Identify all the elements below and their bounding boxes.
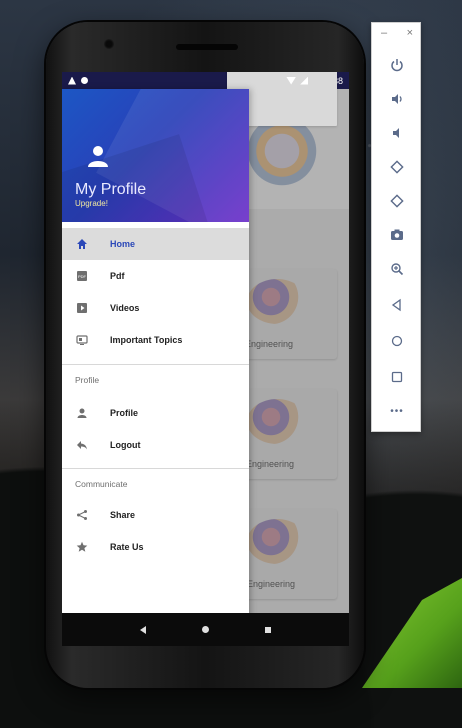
menu-item-logout[interactable]: Logout	[62, 429, 249, 461]
recents-icon[interactable]	[265, 626, 271, 633]
home-icon	[75, 237, 89, 251]
divider	[62, 364, 249, 365]
back-icon[interactable]	[372, 293, 422, 317]
home-icon[interactable]	[372, 329, 422, 353]
more-icon[interactable]: •••	[372, 399, 422, 423]
menu-item-label: Pdf	[110, 271, 125, 281]
home-button-icon[interactable]	[202, 626, 209, 633]
overview-icon[interactable]	[372, 365, 422, 389]
share-icon	[75, 508, 89, 522]
minimize-button[interactable]: –	[381, 27, 387, 39]
svg-text:PDF: PDF	[78, 274, 87, 279]
power-icon[interactable]	[372, 53, 422, 77]
divider	[62, 468, 249, 469]
menu-item-label: Logout	[110, 440, 141, 450]
emulator-window-controls: – ×	[372, 27, 422, 39]
warning-icon	[68, 76, 76, 85]
menu-item-profile[interactable]: Profile	[62, 397, 249, 429]
rotate-right-icon[interactable]	[372, 189, 422, 213]
menu-item-rate-us[interactable]: Rate Us	[62, 531, 249, 563]
menu-item-important-topics[interactable]: Important Topics	[62, 324, 249, 356]
menu-item-label: Home	[110, 239, 136, 249]
menu-item-share[interactable]: Share	[62, 499, 249, 531]
pdf-icon: PDF	[75, 269, 89, 283]
front-camera	[104, 39, 114, 49]
menu-item-label: Videos	[110, 303, 140, 313]
menu-item-pdf[interactable]: PDF Pdf	[62, 260, 249, 292]
profile-title[interactable]: My Profile	[75, 181, 146, 199]
close-button[interactable]: ×	[407, 27, 413, 39]
logout-icon	[75, 438, 89, 452]
menu-item-label: Share	[110, 510, 136, 520]
menu-item-label: Important Topics	[110, 335, 183, 345]
status-bar: 11:38	[62, 72, 349, 126]
menu-item-label: Profile	[110, 408, 139, 418]
back-icon[interactable]	[140, 625, 146, 634]
menu-item-home[interactable]: Home	[62, 228, 249, 260]
drawer-header: My Profile Upgrade!	[62, 89, 249, 222]
android-nav-bar	[62, 613, 349, 646]
section-title-communicate: Communicate	[75, 479, 128, 489]
phone-frame: uter Engineering rical Engineering lture…	[46, 22, 364, 688]
rotate-left-icon[interactable]	[372, 155, 422, 179]
avatar-icon[interactable]	[86, 144, 110, 168]
volume-up-icon[interactable]	[372, 87, 422, 111]
topics-icon	[75, 333, 89, 347]
menu-item-label: Rate Us	[110, 542, 144, 552]
emulator-toolbar: – × •••	[371, 22, 421, 432]
phone-screen: uter Engineering rical Engineering lture…	[62, 72, 349, 635]
video-icon	[75, 301, 89, 315]
earpiece-speaker	[176, 44, 238, 50]
zoom-icon[interactable]	[372, 257, 422, 281]
screenshot-icon[interactable]	[372, 223, 422, 247]
menu-item-videos[interactable]: Videos	[62, 292, 249, 324]
sync-icon	[81, 77, 88, 84]
navigation-drawer: My Profile Upgrade! Home PDF Pdf Videos …	[62, 89, 249, 635]
volume-down-icon[interactable]	[372, 121, 422, 145]
star-icon	[75, 540, 89, 554]
section-title-profile: Profile	[75, 375, 100, 385]
upgrade-link[interactable]: Upgrade!	[75, 199, 108, 208]
person-icon	[75, 406, 89, 420]
